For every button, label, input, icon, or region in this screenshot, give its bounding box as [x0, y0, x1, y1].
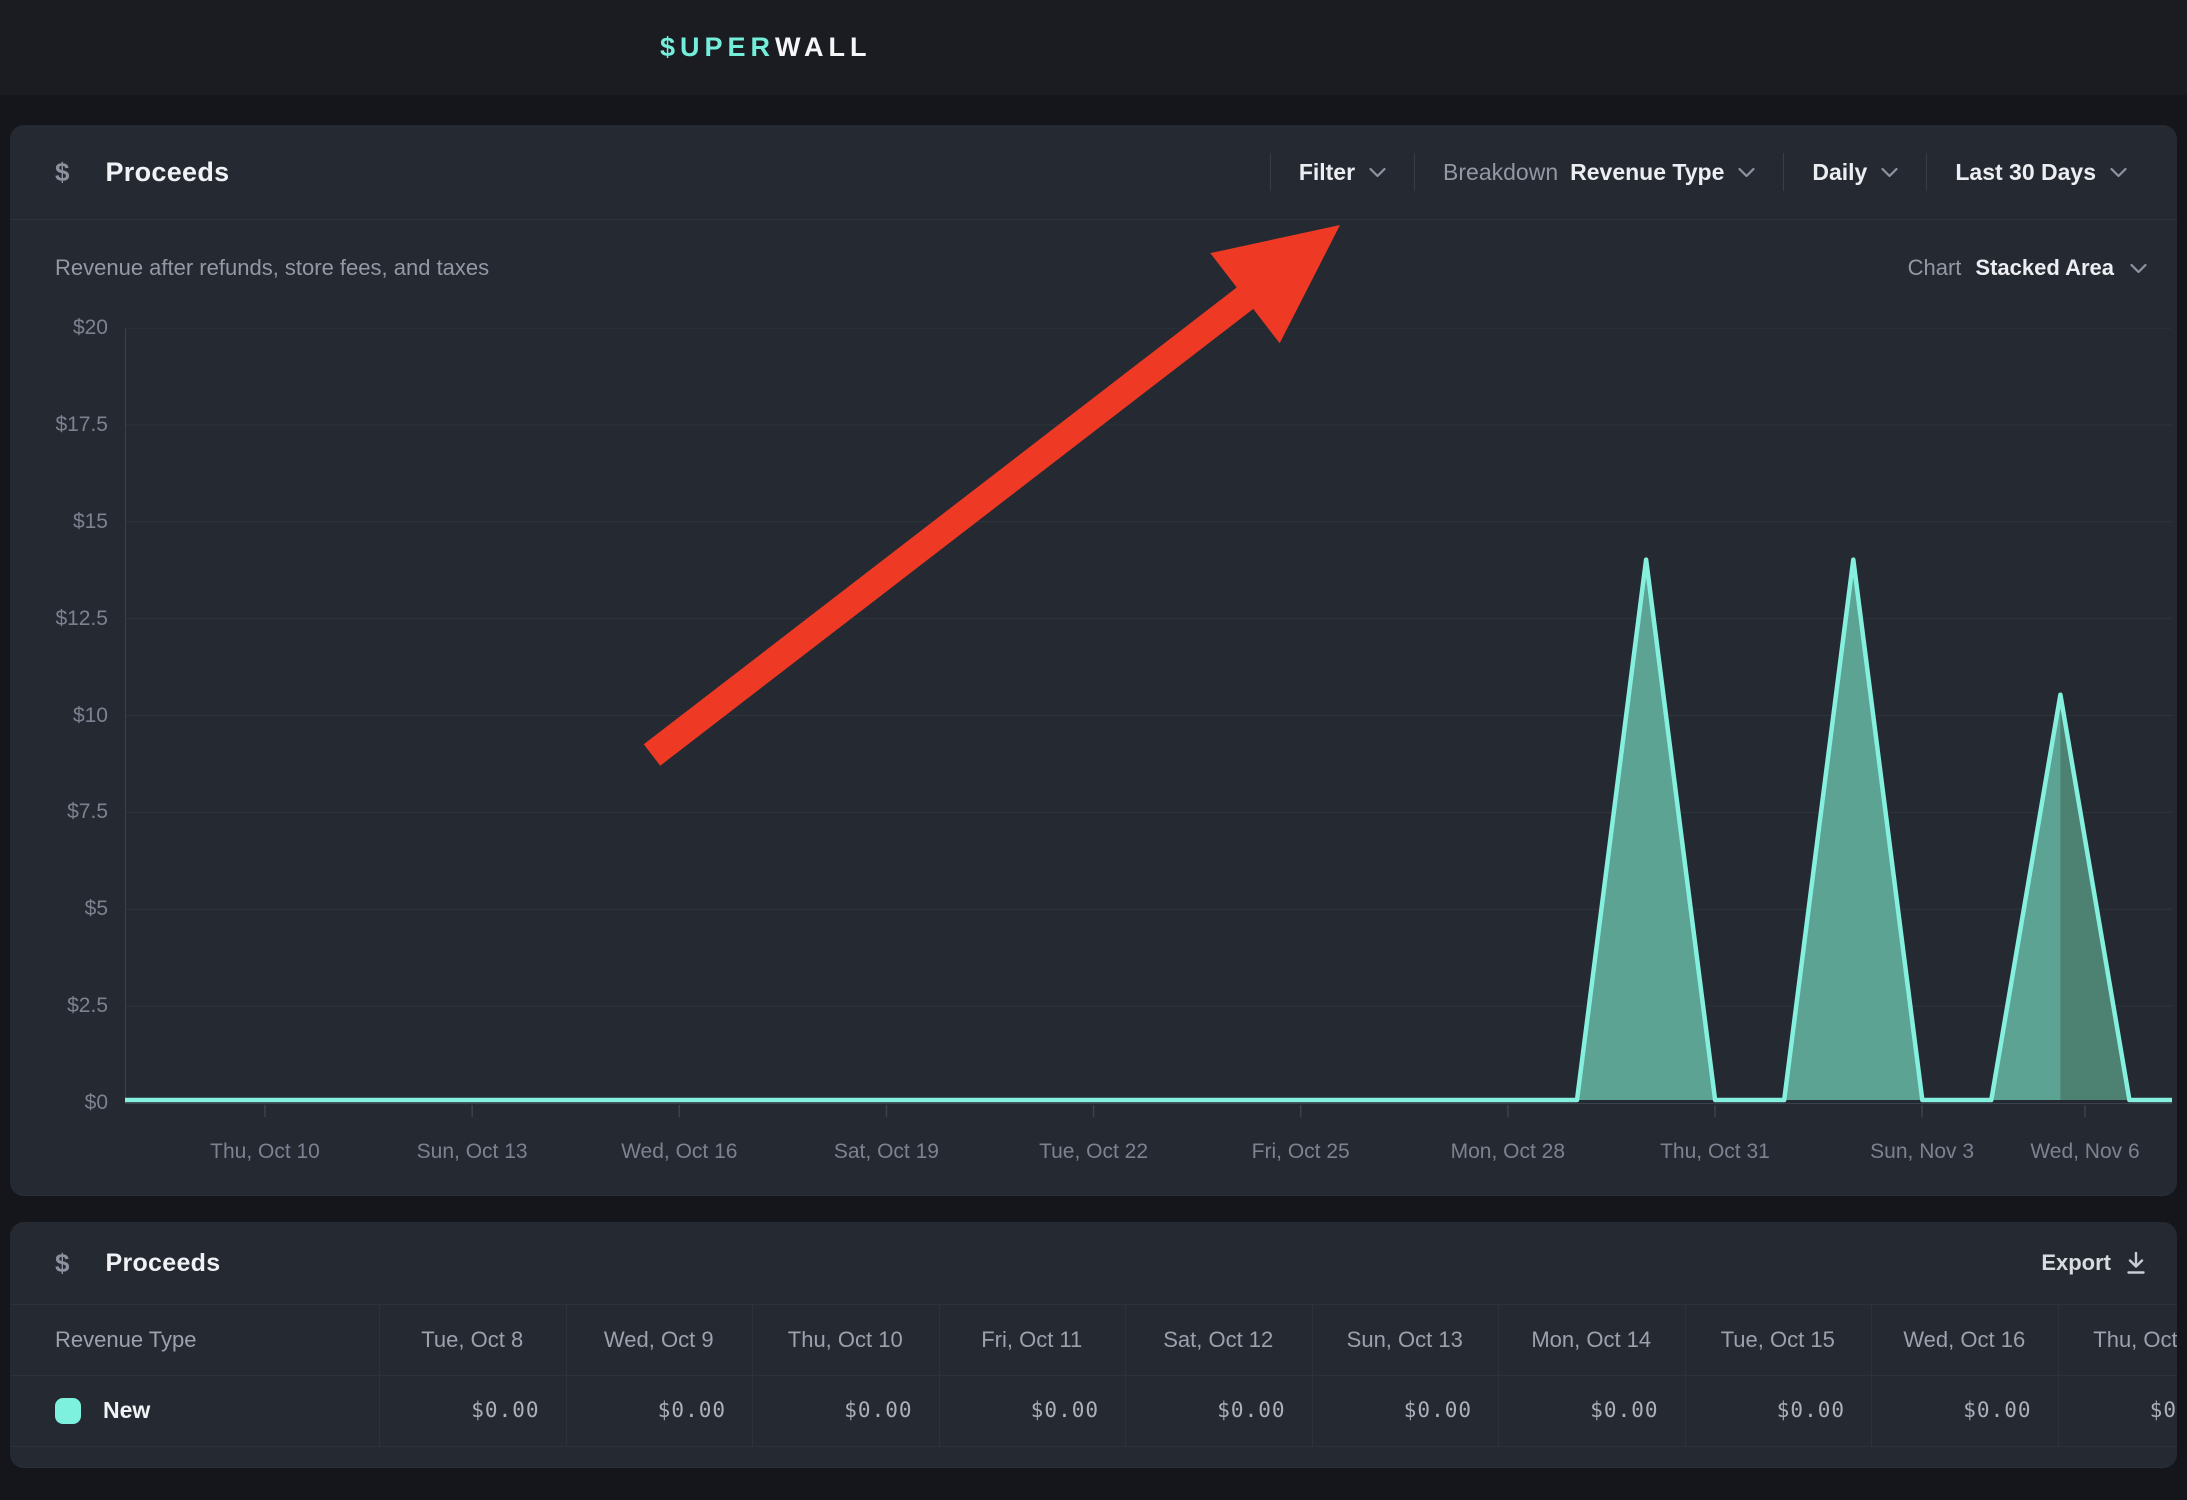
chart-type-label: Chart	[1908, 255, 1962, 281]
column-header: Thu, Oct 10	[752, 1304, 939, 1375]
column-header: Thu, Oct 17	[2058, 1304, 2178, 1375]
granularity-control[interactable]: Daily	[1784, 159, 1926, 186]
filter-label: Filter	[1299, 159, 1355, 186]
granularity-value: Daily	[1812, 159, 1867, 186]
logo-rest: WALL	[775, 32, 871, 63]
proceeds-chart-card: $ Proceeds Filter Breakdown Revenue Type…	[10, 125, 2177, 1196]
chevron-down-icon	[1738, 167, 1755, 178]
column-header: Wed, Oct 9	[566, 1304, 753, 1375]
chart-plot-svg	[125, 328, 2172, 1118]
date-range-value: Last 30 Days	[1955, 159, 2096, 186]
export-button[interactable]: Export	[2041, 1222, 2147, 1304]
value-cell: $0.00	[1498, 1375, 1685, 1446]
table-divider	[10, 1446, 2177, 1447]
chevron-down-icon	[2130, 263, 2147, 274]
value-cell: $0.00	[379, 1375, 566, 1446]
y-axis-label: $17.5	[10, 412, 108, 438]
value-cell: $0.00	[566, 1375, 753, 1446]
y-axis-label: $2.5	[10, 993, 108, 1019]
table-card-title: Proceeds	[105, 1249, 220, 1278]
download-icon	[2125, 1251, 2147, 1275]
y-axis-label: $0	[10, 1090, 108, 1116]
value-cell: $0.00	[1125, 1375, 1312, 1446]
chevron-down-icon	[1369, 167, 1386, 178]
x-axis-label: Sat, Oct 19	[786, 1138, 986, 1166]
value-cell: $0.00	[1312, 1375, 1499, 1446]
column-header: Mon, Oct 14	[1498, 1304, 1685, 1375]
x-axis-label: Mon, Oct 28	[1408, 1138, 1608, 1166]
filter-control[interactable]: Filter	[1271, 159, 1414, 186]
row-label: New	[103, 1397, 150, 1424]
x-axis-label: Sun, Oct 13	[372, 1138, 572, 1166]
value-cell: $0.00	[1685, 1375, 1872, 1446]
y-axis-label: $10	[10, 703, 108, 729]
column-header: Fri, Oct 11	[939, 1304, 1126, 1375]
y-axis-label: $20	[10, 315, 108, 341]
dollar-icon: $	[55, 157, 69, 188]
breakdown-value: Revenue Type	[1570, 159, 1724, 186]
value-cell: $0.00	[2058, 1375, 2178, 1446]
x-axis-label: Wed, Nov 6	[1985, 1138, 2177, 1166]
chevron-down-icon	[1881, 167, 1898, 178]
dashboard: $UPERWALL $ Proceeds Filter Breakdown Re…	[0, 0, 2187, 1500]
column-header: Sat, Oct 12	[1125, 1304, 1312, 1375]
x-axis-label: Tue, Oct 22	[994, 1138, 1194, 1166]
breakdown-control[interactable]: Breakdown Revenue Type	[1415, 159, 1783, 186]
chart-type-control[interactable]: Chart Stacked Area	[1908, 255, 2147, 281]
column-header: Tue, Oct 15	[1685, 1304, 1872, 1375]
top-bar: $UPERWALL	[0, 0, 2187, 95]
x-axis-label: Thu, Oct 31	[1615, 1138, 1815, 1166]
column-header: Wed, Oct 16	[1871, 1304, 2058, 1375]
column-header: Revenue Type	[10, 1304, 379, 1375]
chart-card-title: Proceeds	[105, 157, 229, 188]
value-cell: $0.00	[1871, 1375, 2058, 1446]
column-header: Tue, Oct 8	[379, 1304, 566, 1375]
chart-subtitle: Revenue after refunds, store fees, and t…	[55, 255, 489, 281]
header-divider	[10, 219, 2177, 220]
export-label: Export	[2041, 1250, 2111, 1276]
y-axis-label: $12.5	[10, 606, 108, 632]
superwall-logo: $UPERWALL	[660, 0, 872, 95]
chart-plot[interactable]	[125, 328, 2172, 1118]
value-cell: $0.00	[752, 1375, 939, 1446]
y-axis-label: $7.5	[10, 799, 108, 825]
chart-header-controls: Filter Breakdown Revenue Type Daily Last…	[1270, 125, 2155, 219]
chart-type-value: Stacked Area	[1975, 255, 2114, 281]
chevron-down-icon	[2110, 167, 2127, 178]
x-axis-label: Wed, Oct 16	[579, 1138, 779, 1166]
table-row[interactable]: New	[10, 1375, 424, 1446]
y-axis-label: $15	[10, 509, 108, 535]
legend-swatch	[55, 1398, 81, 1424]
x-axis-label: Thu, Oct 10	[165, 1138, 365, 1166]
proceeds-table-card: $ Proceeds Export Revenue TypeTue, Oct 8…	[10, 1222, 2177, 1468]
value-cell: $0.00	[939, 1375, 1126, 1446]
table-card-header: $ Proceeds	[10, 1222, 2177, 1304]
date-range-control[interactable]: Last 30 Days	[1927, 159, 2155, 186]
table-grid: Revenue TypeTue, Oct 8Wed, Oct 9Thu, Oct…	[10, 1304, 2177, 1446]
logo-accent: $UPER	[660, 32, 775, 63]
x-axis-label: Fri, Oct 25	[1201, 1138, 1401, 1166]
column-header: Sun, Oct 13	[1312, 1304, 1499, 1375]
dollar-icon: $	[55, 1248, 69, 1279]
breakdown-label: Breakdown	[1443, 159, 1558, 186]
y-axis-label: $5	[10, 896, 108, 922]
